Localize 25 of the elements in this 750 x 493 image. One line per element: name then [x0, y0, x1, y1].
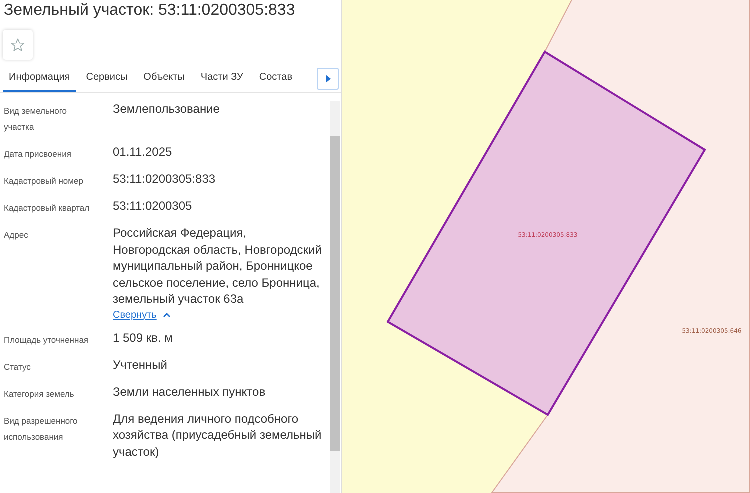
- field-value: Российская Федерация, Новгородская область, Новгородский муниципальный район, Бронницкое сельское поселение, село Бронница, земельный участок 63а: [113, 225, 322, 308]
- field-value: Учтенный: [113, 356, 168, 373]
- tab[interactable]: Части ЗУ: [194, 68, 250, 92]
- field-value: 1 509 кв. м: [113, 330, 174, 346]
- field-label: Кадастровый номер: [3, 175, 84, 188]
- field-value: 01.11.2025: [113, 144, 174, 160]
- tab[interactable]: Объекты: [138, 68, 191, 92]
- field-label: Категория земель: [3, 388, 76, 401]
- field-label: Адрес: [3, 229, 30, 242]
- field-value: 53:11:0200305: [113, 198, 194, 214]
- field-value: Земли населенных пунктов: [113, 384, 267, 400]
- field-label: Вид разрешенного использования: [3, 414, 79, 444]
- field-label: Вид земельного участка: [3, 105, 68, 134]
- tab[interactable]: Информация: [3, 68, 76, 92]
- panel-title: Земельный участок: 53:11:0200305:833: [3, 1, 296, 21]
- field-label: Площадь уточненная: [3, 334, 90, 347]
- field-value: Землепользование: [113, 101, 221, 118]
- field-label: Статус: [3, 360, 32, 374]
- field-value: 53:11:0200305:833: [113, 171, 217, 188]
- field-label: Кадастровый квартал: [3, 202, 91, 215]
- field-label: Дата присвоения: [3, 148, 72, 161]
- field-value: Для ведения личного подсобного хозяйства (приусадебный земельный участок): [113, 410, 322, 460]
- tab[interactable]: Сервисы: [80, 68, 134, 92]
- collapse-link[interactable]: Свернуть: [113, 310, 171, 320]
- tab[interactable]: Состав: [253, 68, 298, 92]
